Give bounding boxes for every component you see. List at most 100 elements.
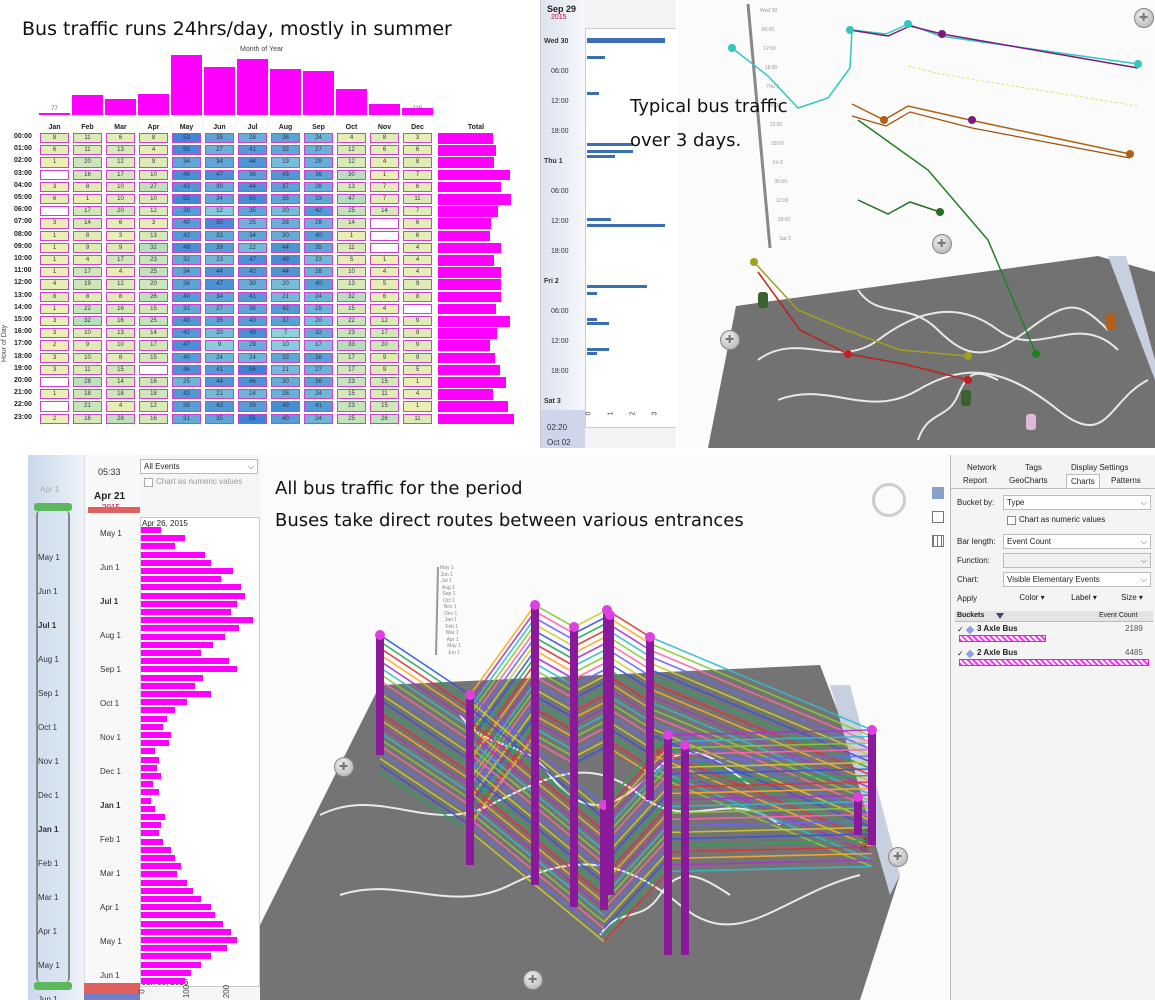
heatmap-cell[interactable] bbox=[370, 242, 399, 253]
heatmap-cell[interactable]: 13 bbox=[139, 230, 168, 241]
heatmap-cell[interactable]: 1 bbox=[40, 255, 69, 266]
heatmap-cell[interactable]: 12 bbox=[106, 279, 135, 290]
heatmap-cell[interactable]: 33 bbox=[271, 145, 300, 156]
heatmap-cell[interactable]: 25 bbox=[139, 316, 168, 327]
heatmap-cell[interactable]: 22 bbox=[238, 242, 267, 253]
heatmap-cell[interactable]: 10 bbox=[139, 169, 168, 180]
heatmap-cell[interactable]: 11 bbox=[337, 242, 366, 253]
heatmap-cell[interactable]: 43 bbox=[205, 401, 234, 412]
heatmap-cell[interactable]: 16 bbox=[106, 316, 135, 327]
heatmap-cell[interactable]: 1 bbox=[40, 157, 69, 168]
heatmap-cell[interactable]: 4 bbox=[106, 267, 135, 278]
heatmap-cell[interactable]: 14 bbox=[73, 218, 102, 229]
trajectory-node[interactable] bbox=[938, 30, 946, 38]
chart-numeric-side-checkbox[interactable] bbox=[1007, 516, 1016, 525]
heatmap-cell[interactable]: 12 bbox=[337, 157, 366, 168]
heatmap-cell[interactable]: 28 bbox=[271, 389, 300, 400]
heatmap-cell[interactable]: 25 bbox=[304, 303, 333, 314]
heatmap-cell[interactable]: 10 bbox=[106, 181, 135, 192]
heatmap-cell[interactable]: 23 bbox=[337, 377, 366, 388]
heatmap-cell[interactable]: 31 bbox=[172, 413, 201, 424]
navigate-icon[interactable] bbox=[1134, 8, 1154, 28]
tab-tags[interactable]: Tags bbox=[1025, 463, 1042, 472]
heatmap-cell[interactable]: 36 bbox=[304, 169, 333, 180]
heatmap-cell[interactable]: 3 bbox=[40, 328, 69, 339]
heatmap-cell[interactable]: 36 bbox=[172, 279, 201, 290]
heatmap-cell[interactable]: 36 bbox=[271, 133, 300, 144]
heatmap-cell[interactable]: 9 bbox=[403, 316, 432, 327]
trajectory-node[interactable] bbox=[1032, 350, 1040, 358]
heatmap-cell[interactable]: 1 bbox=[40, 230, 69, 241]
heatmap-cell[interactable]: 4 bbox=[370, 303, 399, 314]
heatmap-cell[interactable]: 1 bbox=[403, 401, 432, 412]
heatmap-cell[interactable]: 47 bbox=[238, 255, 267, 266]
bucket-checkbox[interactable]: ✓ bbox=[957, 649, 964, 658]
heatmap-cell[interactable]: 47 bbox=[337, 194, 366, 205]
heatmap-cell[interactable]: 36 bbox=[238, 169, 267, 180]
heatmap-cell[interactable]: 3 bbox=[40, 181, 69, 192]
heatmap-cell[interactable]: 30 bbox=[337, 169, 366, 180]
heatmap-cell[interactable]: 8 bbox=[40, 291, 69, 302]
heatmap-cell[interactable]: 20 bbox=[370, 340, 399, 351]
bucket-row-2-axle[interactable]: ✓ 2 Axle Bus 4485 bbox=[955, 647, 1153, 669]
heatmap-cell[interactable]: 1 bbox=[337, 230, 366, 241]
heatmap-cell[interactable]: 11 bbox=[403, 413, 432, 424]
heatmap-cell[interactable]: 35 bbox=[304, 242, 333, 253]
heatmap-cell[interactable]: 1 bbox=[40, 267, 69, 278]
heatmap-cell[interactable]: 30 bbox=[271, 230, 300, 241]
heatmap-cell[interactable]: 26 bbox=[370, 413, 399, 424]
heatmap-cell[interactable]: 40 bbox=[304, 230, 333, 241]
heatmap-cell[interactable]: 10 bbox=[139, 194, 168, 205]
heatmap-cell[interactable]: 10 bbox=[106, 340, 135, 351]
heatmap-cell[interactable]: 44 bbox=[238, 181, 267, 192]
heatmap-cell[interactable]: 24 bbox=[304, 389, 333, 400]
heatmap-cell[interactable]: 4 bbox=[106, 401, 135, 412]
entrance-marker-icon[interactable] bbox=[961, 390, 971, 406]
heatmap-cell[interactable]: 38 bbox=[172, 401, 201, 412]
trajectory-node[interactable] bbox=[968, 116, 976, 124]
heatmap-cell[interactable] bbox=[370, 230, 399, 241]
heatmap-cell[interactable]: 25 bbox=[337, 206, 366, 217]
heatmap-cell[interactable]: 28 bbox=[304, 267, 333, 278]
entrance-pole-cap[interactable] bbox=[680, 740, 690, 750]
heatmap-cell[interactable]: 10 bbox=[73, 352, 102, 363]
entrance-pole[interactable] bbox=[466, 695, 474, 865]
heatmap-cell[interactable]: 44 bbox=[205, 377, 234, 388]
heatmap-cell[interactable]: 35 bbox=[205, 316, 234, 327]
heatmap-cell[interactable]: 41 bbox=[238, 291, 267, 302]
heatmap-cell[interactable]: 15 bbox=[337, 303, 366, 314]
space-time-cube-top[interactable]: Wed 30 06:00 12:00 18:00 Thu 1 06:00 12:00 18:0… bbox=[678, 0, 1155, 448]
heatmap-cell[interactable]: 10 bbox=[73, 328, 102, 339]
heatmap-cell[interactable]: 50 bbox=[238, 194, 267, 205]
events-filter-dropdown[interactable]: All Events ⌵ bbox=[140, 459, 258, 474]
heatmap-cell[interactable]: 47 bbox=[205, 279, 234, 290]
heatmap-cell[interactable]: 1 bbox=[40, 242, 69, 253]
heatmap-cell[interactable]: 41 bbox=[205, 364, 234, 375]
trajectory-node[interactable] bbox=[880, 116, 888, 124]
heatmap-cell[interactable]: 9 bbox=[370, 352, 399, 363]
heatmap-cell[interactable]: 25 bbox=[139, 267, 168, 278]
heatmap-cell[interactable]: 10 bbox=[271, 340, 300, 351]
filter-icon[interactable] bbox=[996, 613, 1004, 619]
heatmap-cell[interactable]: 34 bbox=[172, 267, 201, 278]
space-time-cube-bottom[interactable]: May 1 Jun 1 Jul 1 Aug 1 Sep 1 Oct 1 Nov 1 Dec 1… bbox=[260, 455, 950, 1000]
heatmap-cell[interactable]: 41 bbox=[304, 401, 333, 412]
heatmap-cell[interactable]: 12 bbox=[139, 206, 168, 217]
heatmap-cell[interactable]: 11 bbox=[73, 364, 102, 375]
heatmap-cell[interactable]: 37 bbox=[271, 181, 300, 192]
heatmap-cell[interactable]: 17 bbox=[370, 328, 399, 339]
heatmap-cell[interactable]: 12 bbox=[139, 401, 168, 412]
heatmap-cell[interactable]: 41 bbox=[238, 145, 267, 156]
heatmap-cell[interactable]: 6 bbox=[106, 218, 135, 229]
heatmap-cell[interactable]: 21 bbox=[271, 364, 300, 375]
heatmap-cell[interactable]: 5 bbox=[370, 279, 399, 290]
heatmap-cell[interactable]: 26 bbox=[139, 291, 168, 302]
trajectory-node[interactable] bbox=[1134, 60, 1142, 68]
heatmap-cell[interactable]: 9 bbox=[205, 340, 234, 351]
heatmap-cell[interactable]: 20 bbox=[205, 328, 234, 339]
heatmap-cell[interactable]: 34 bbox=[205, 157, 234, 168]
tab-network[interactable]: Network bbox=[967, 463, 996, 472]
heatmap-cell[interactable]: 32 bbox=[172, 303, 201, 314]
heatmap-cell[interactable]: 32 bbox=[139, 242, 168, 253]
heatmap-cell[interactable]: 40 bbox=[304, 279, 333, 290]
